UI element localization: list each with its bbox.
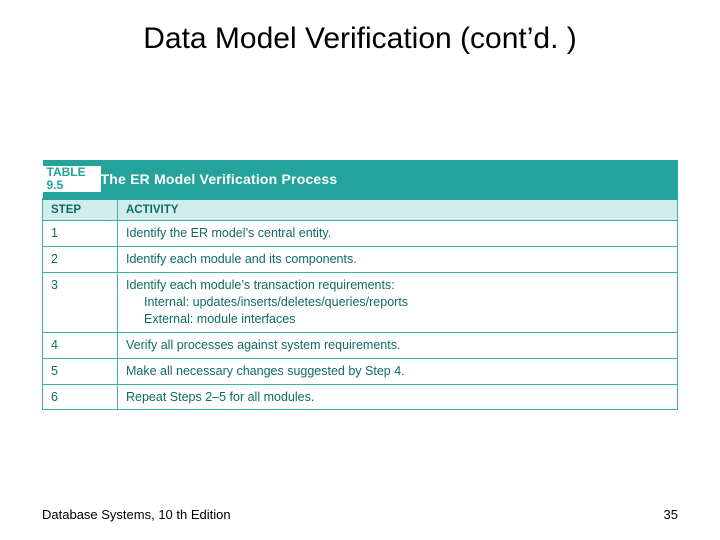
table-caption-row: TABLE 9.5 The ER Model Verification Proc…	[43, 160, 678, 199]
cell-activity: Identify the ER model’s central entity.	[118, 221, 678, 247]
cell-activity: Identify each module’s transaction requi…	[118, 273, 678, 333]
cell-step: 2	[43, 247, 118, 273]
table-caption-bar: TABLE 9.5 The ER Model Verification Proc…	[43, 160, 678, 198]
table-header-row: STEP ACTIVITY	[43, 199, 678, 221]
cell-step: 4	[43, 332, 118, 358]
cell-activity: Verify all processes against system requ…	[118, 332, 678, 358]
cell-activity: Identify each module and its components.	[118, 247, 678, 273]
table-row: 6 Repeat Steps 2–5 for all modules.	[43, 384, 678, 410]
cell-step: 1	[43, 221, 118, 247]
activity-main: Identify each module’s transaction requi…	[126, 278, 395, 292]
table: TABLE 9.5 The ER Model Verification Proc…	[42, 160, 678, 410]
cell-activity: Make all necessary changes suggested by …	[118, 358, 678, 384]
table-row: 1 Identify the ER model’s central entity…	[43, 221, 678, 247]
footer-source: Database Systems, 10 th Edition	[42, 507, 231, 522]
table-label: TABLE 9.5	[43, 166, 101, 192]
col-header-activity: ACTIVITY	[118, 199, 678, 221]
cell-activity: Repeat Steps 2–5 for all modules.	[118, 384, 678, 410]
cell-step: 3	[43, 273, 118, 333]
verification-table: TABLE 9.5 The ER Model Verification Proc…	[42, 160, 678, 410]
activity-sub2: External: module interfaces	[126, 311, 669, 328]
table-row: 3 Identify each module’s transaction req…	[43, 273, 678, 333]
table-caption-title: The ER Model Verification Process	[101, 171, 338, 187]
table-label-bottom: 9.5	[47, 179, 89, 192]
cell-step: 5	[43, 358, 118, 384]
table-row: 4 Verify all processes against system re…	[43, 332, 678, 358]
table-row: 5 Make all necessary changes suggested b…	[43, 358, 678, 384]
slide-title: Data Model Verification (cont’d. )	[0, 22, 720, 56]
activity-sub1: Internal: updates/inserts/deletes/querie…	[126, 294, 669, 311]
col-header-step: STEP	[43, 199, 118, 221]
table-row: 2 Identify each module and its component…	[43, 247, 678, 273]
footer-page-number: 35	[664, 507, 678, 522]
cell-step: 6	[43, 384, 118, 410]
slide: Data Model Verification (cont’d. ) TABLE…	[0, 0, 720, 540]
